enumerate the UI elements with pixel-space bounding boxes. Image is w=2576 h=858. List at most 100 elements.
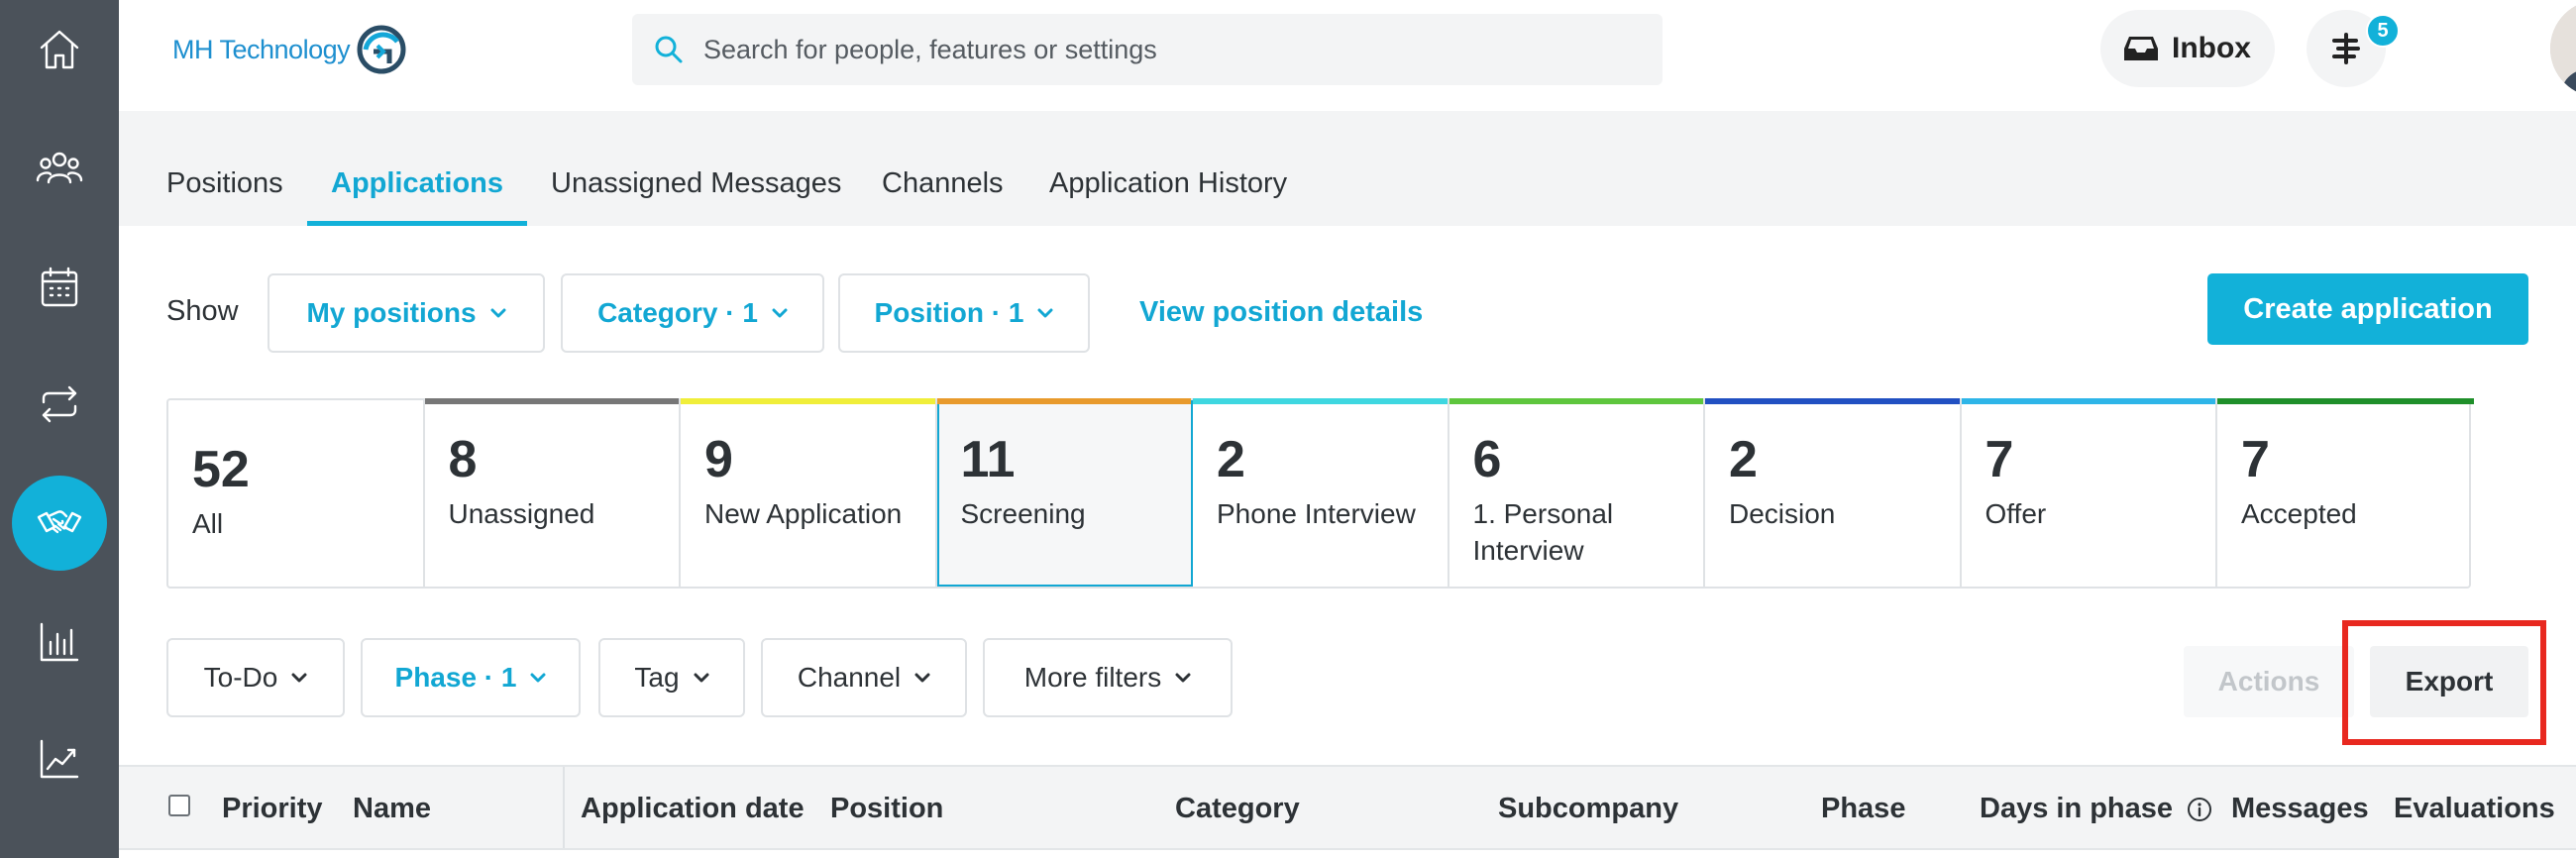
column-header-category[interactable]: Category xyxy=(1175,793,1300,825)
actions-button[interactable]: Actions xyxy=(2184,646,2354,717)
select-all-checkbox[interactable] xyxy=(168,795,190,816)
position-label: Position · 1 xyxy=(874,297,1024,328)
sidebar-item-people[interactable] xyxy=(0,119,119,218)
company-name: MH Technology xyxy=(172,34,351,64)
my-positions-dropdown[interactable]: My positions xyxy=(268,273,545,353)
sidebar-item-calendar[interactable] xyxy=(0,238,119,337)
tag-filter-label: Tag xyxy=(634,662,680,693)
tab-positions[interactable]: Positions xyxy=(166,166,283,226)
chevron-down-icon xyxy=(1175,673,1191,683)
create-application-button[interactable]: Create application xyxy=(2207,273,2528,345)
phase-count: 7 xyxy=(2241,431,2270,488)
phase-cards: 52 All 8 Unassigned 9 New Application 11… xyxy=(166,398,2474,589)
column-header-priority[interactable]: Priority xyxy=(222,793,323,825)
phase-label: Unassigned xyxy=(448,498,595,529)
channel-filter-label: Channel xyxy=(797,662,902,693)
phase-card-new-application[interactable]: 9 New Application xyxy=(681,398,937,587)
phase-filter-label: Phase · 1 xyxy=(394,662,517,693)
chevron-down-icon xyxy=(772,308,788,318)
more-filters-label: More filters xyxy=(1023,662,1162,693)
phase-count: 6 xyxy=(1472,431,1502,488)
phase-count: 11 xyxy=(960,431,1016,488)
top-header: MH Technology Inbox 5 xyxy=(119,0,2576,111)
phase-label: 1. Personal Interview xyxy=(1472,498,1614,566)
view-position-details-link[interactable]: View position details xyxy=(1139,296,1423,329)
phase-color-bar xyxy=(2217,398,2474,404)
phase-label: Offer xyxy=(1985,498,2047,529)
more-filters-button[interactable]: More filters xyxy=(983,638,1233,717)
phase-card-accepted[interactable]: 7 Accepted xyxy=(2217,398,2474,587)
sidebar-item-home[interactable] xyxy=(0,0,119,99)
phase-count: 8 xyxy=(448,431,478,488)
column-header-subcompany[interactable]: Subcompany xyxy=(1498,793,1678,825)
chevron-down-icon xyxy=(530,673,546,683)
search-icon xyxy=(655,36,683,63)
chevron-down-icon xyxy=(1037,308,1053,318)
handshake-icon xyxy=(37,510,82,534)
phase-label: Phone Interview xyxy=(1217,498,1416,529)
position-dropdown[interactable]: Position · 1 xyxy=(838,273,1090,353)
phase-label: Decision xyxy=(1729,498,1836,529)
phase-card-unassigned[interactable]: 8 Unassigned xyxy=(424,398,681,587)
column-header-days-in-phase[interactable]: Days in phase xyxy=(1980,793,2212,825)
inbox-button[interactable]: Inbox xyxy=(2100,10,2275,87)
my-positions-label: My positions xyxy=(306,297,477,328)
phase-color-bar xyxy=(1705,398,1960,404)
table-body-start xyxy=(119,848,2576,858)
phase-label: All xyxy=(192,508,224,539)
phase-card-decision[interactable]: 2 Decision xyxy=(1705,398,1962,587)
sidebar xyxy=(0,0,119,858)
todo-filter[interactable]: To-Do xyxy=(166,638,345,717)
phase-card-personal-interview[interactable]: 6 1. Personal Interview xyxy=(1449,398,1705,587)
phase-filter[interactable]: Phase · 1 xyxy=(361,638,581,717)
sidebar-item-sync[interactable] xyxy=(0,355,119,454)
column-header-days-in-phase-label: Days in phase xyxy=(1980,793,2174,824)
column-header-phase[interactable]: Phase xyxy=(1821,793,1905,825)
category-label: Category · 1 xyxy=(597,297,758,328)
chevron-down-icon xyxy=(914,673,930,683)
sidebar-active-bubble xyxy=(12,476,107,571)
column-header-name[interactable]: Name xyxy=(353,793,431,825)
channel-filter[interactable]: Channel xyxy=(761,638,967,717)
tag-filter[interactable]: Tag xyxy=(598,638,745,717)
phase-label: Accepted xyxy=(2241,498,2357,529)
phase-card-offer[interactable]: 7 Offer xyxy=(1961,398,2217,587)
chevron-down-icon xyxy=(694,673,709,683)
phase-color-bar xyxy=(424,398,679,404)
show-label: Show xyxy=(166,295,239,327)
phase-card-all[interactable]: 52 All xyxy=(168,400,425,587)
trend-chart-icon xyxy=(40,739,79,779)
phase-label: Screening xyxy=(960,498,1086,529)
phase-card-phone-interview[interactable]: 2 Phone Interview xyxy=(1193,398,1449,587)
phase-count: 7 xyxy=(1985,431,2014,488)
column-header-position[interactable]: Position xyxy=(830,793,943,825)
tab-application-history[interactable]: Application History xyxy=(1049,166,1287,226)
phase-count: 2 xyxy=(1729,431,1758,488)
tab-applications[interactable]: Applications xyxy=(307,166,528,226)
phase-label: New Application xyxy=(704,498,903,529)
category-dropdown[interactable]: Category · 1 xyxy=(561,273,824,353)
tab-unassigned-messages[interactable]: Unassigned Messages xyxy=(551,166,841,226)
tab-band: Positions Applications Unassigned Messag… xyxy=(119,111,2576,226)
sidebar-item-reports[interactable] xyxy=(0,592,119,692)
tab-channels[interactable]: Channels xyxy=(882,166,1004,226)
info-icon[interactable] xyxy=(2187,797,2212,822)
column-header-application-date[interactable]: Application date xyxy=(581,793,805,825)
phase-card-screening[interactable]: 11 Screening xyxy=(936,398,1193,587)
home-icon xyxy=(40,30,79,69)
company-logo[interactable]: MH Technology xyxy=(172,20,409,79)
calendar-icon xyxy=(41,267,78,307)
phase-count: 9 xyxy=(704,431,733,488)
column-header-evaluations[interactable]: Evaluations xyxy=(2394,793,2555,825)
todo-filter-label: To-Do xyxy=(203,662,278,693)
logo-mark-icon xyxy=(357,25,406,74)
search-input[interactable] xyxy=(703,34,1595,65)
phase-count: 2 xyxy=(1217,431,1245,488)
column-header-messages[interactable]: Messages xyxy=(2231,793,2369,825)
sidebar-item-applications[interactable] xyxy=(0,474,119,573)
search-bar[interactable] xyxy=(632,14,1663,85)
chevron-down-icon xyxy=(490,308,506,318)
sync-icon xyxy=(42,385,77,423)
sidebar-item-analytics[interactable] xyxy=(0,709,119,808)
user-avatar[interactable] xyxy=(2550,0,2576,97)
